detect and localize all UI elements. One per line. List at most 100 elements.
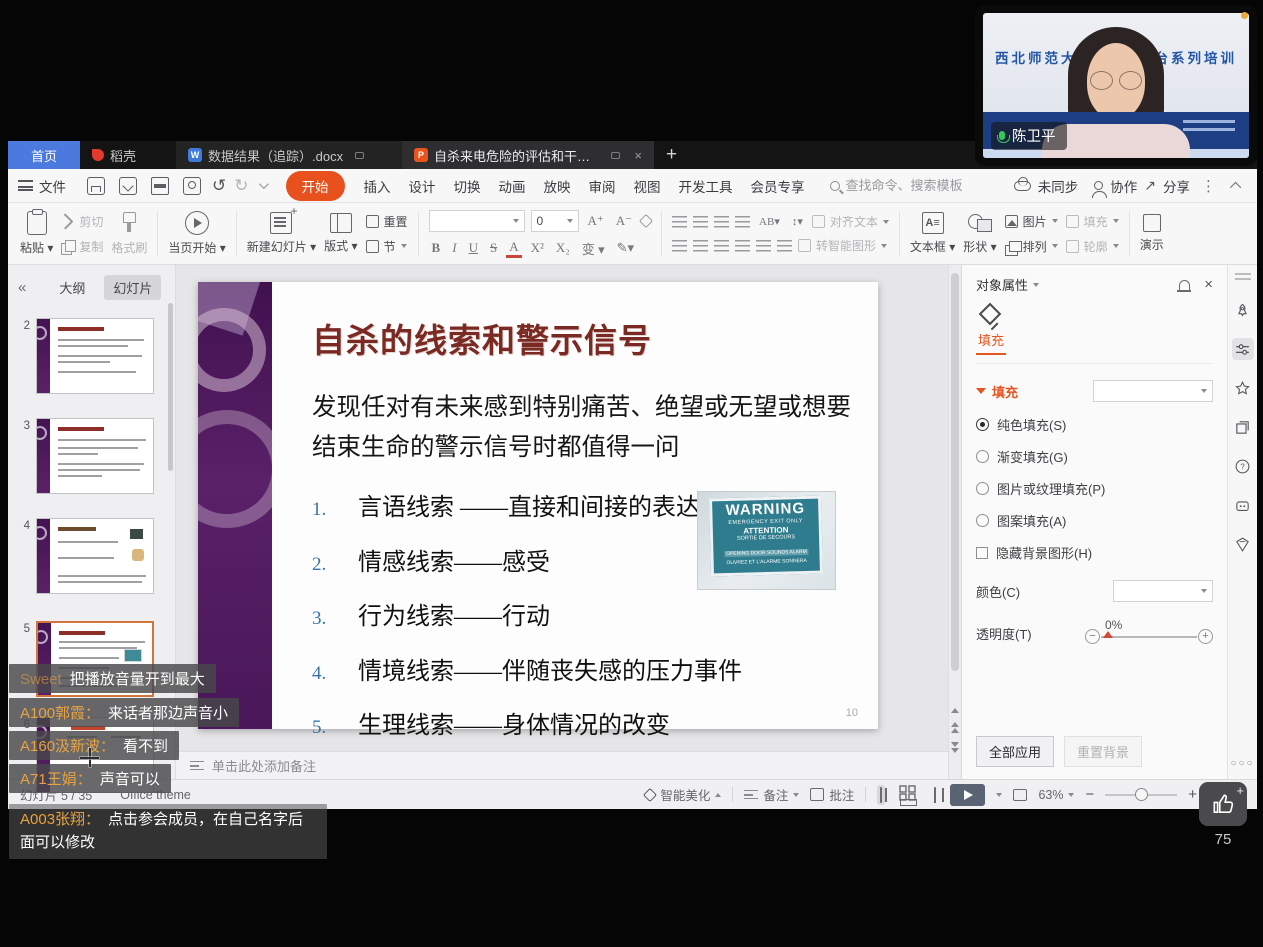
thumbnail-preview[interactable] — [36, 418, 154, 494]
align-left-icon[interactable] — [672, 240, 687, 252]
save-icon[interactable] — [87, 177, 105, 195]
zoom-in-icon[interactable]: + — [1188, 786, 1197, 803]
menu-review[interactable]: 审阅 — [589, 176, 616, 196]
scrollbar-thumb[interactable] — [951, 273, 959, 671]
member-badge-icon[interactable] — [1232, 533, 1254, 555]
to-smartart-button[interactable]: 转智能图形 — [798, 237, 887, 254]
normal-view-button[interactable] — [877, 785, 885, 805]
reading-view-button[interactable] — [931, 785, 939, 805]
tab-docer[interactable]: 稻壳 — [80, 141, 176, 169]
menu-transition[interactable]: 切换 — [454, 176, 481, 196]
zoom-slider[interactable] — [1105, 794, 1177, 796]
cut-button[interactable]: 剪切 — [61, 213, 103, 230]
print-icon[interactable] — [151, 177, 169, 195]
warning-sign-image[interactable]: WARNING EMERGENCY EXIT ONLY ATTENTION SO… — [698, 492, 835, 589]
play-options-icon[interactable] — [996, 793, 1002, 797]
underline-button[interactable]: U — [466, 240, 481, 256]
radio-selected-icon[interactable] — [976, 418, 989, 431]
slide-thumbnail-2[interactable]: 2 — [18, 318, 154, 394]
radio-icon[interactable] — [976, 450, 989, 463]
menu-view[interactable]: 视图 — [634, 176, 661, 196]
text-convert-button[interactable]: 变 ▾ — [579, 239, 608, 258]
justify-icon[interactable] — [735, 240, 750, 252]
smart-beautify-button[interactable]: 智能美化 — [645, 785, 721, 804]
collapse-ribbon-icon[interactable] — [1230, 181, 1241, 192]
pin-panel-icon[interactable] — [1179, 280, 1190, 290]
zoom-level[interactable]: 63% — [1038, 788, 1074, 802]
color-select[interactable] — [1113, 580, 1213, 602]
share-label[interactable]: 分享 — [1163, 176, 1190, 196]
outline-button[interactable]: 轮廓 — [1066, 238, 1119, 255]
webcam-tile[interactable]: 西北师范大学平台系列培训 陈卫平 — [975, 5, 1257, 166]
slide-thumbnail-4[interactable]: 4 — [18, 518, 154, 594]
line-spacing-icon[interactable]: ↕▾ — [789, 215, 806, 228]
strikethrough-button[interactable]: S — [487, 240, 500, 256]
slide-sorter-view-button[interactable] — [896, 782, 920, 807]
previous-slide-icon[interactable] — [951, 722, 959, 733]
reset-background-button[interactable]: 重置背景 — [1064, 736, 1142, 767]
section-button[interactable]: 节 — [366, 238, 408, 255]
slide-editor[interactable]: 自杀的线索和警示信号 发现任对有未来感到特别痛苦、绝望或无望或想要结束生命的警示… — [198, 282, 878, 729]
rail-more-icon[interactable]: ○○○ — [1230, 758, 1254, 769]
menu-insert[interactable]: 插入 — [364, 176, 391, 196]
shapes-button[interactable]: 形状 ▾ — [963, 212, 996, 255]
fit-slide-icon[interactable] — [1013, 789, 1027, 801]
menu-devtools[interactable]: 开发工具 — [679, 176, 733, 196]
menu-member[interactable]: 会员专享 — [751, 176, 805, 196]
print-preview-icon[interactable] — [183, 177, 201, 195]
layout-button[interactable]: 版式 ▾ — [324, 213, 357, 254]
radio-icon[interactable] — [976, 514, 989, 527]
increase-indent-icon[interactable] — [735, 216, 750, 228]
font-size-select[interactable]: 0 — [531, 210, 579, 232]
collapse-sidebar-icon[interactable]: « — [18, 279, 26, 296]
more-menu-icon[interactable]: ⋮ — [1201, 177, 1216, 195]
notes-bar[interactable]: 单击此处添加备注 — [176, 751, 948, 779]
slider-marker-icon[interactable] — [1103, 631, 1113, 638]
notes-placeholder[interactable]: 单击此处添加备注 — [212, 756, 316, 775]
collaborate-icon[interactable] — [1094, 181, 1103, 190]
format-painter-button[interactable]: 格式刷 — [111, 211, 147, 256]
picture-button[interactable]: 图片 — [1005, 213, 1058, 230]
menu-slideshow[interactable]: 放映 — [544, 176, 571, 196]
undo-icon[interactable]: ↺ — [212, 176, 226, 196]
increase-transparency-icon[interactable]: + — [1198, 629, 1213, 644]
highlight-button[interactable]: ✎▾ — [614, 240, 637, 256]
radio-icon[interactable] — [976, 482, 989, 495]
tab-outline[interactable]: 大纲 — [50, 275, 94, 300]
next-slide-icon[interactable] — [951, 742, 959, 753]
numbered-list-icon[interactable] — [693, 216, 708, 228]
distribute-icon[interactable] — [756, 240, 771, 252]
menu-file[interactable]: 文件 — [39, 176, 66, 196]
thumbnail-preview[interactable] — [36, 518, 154, 594]
fill-tab-label[interactable]: 填充 — [976, 330, 1006, 355]
tab-slides[interactable]: 幻灯片 — [104, 275, 161, 300]
fill-button[interactable]: 填充 — [1066, 213, 1119, 230]
option-gradient-fill[interactable]: 渐变填充(G) — [976, 447, 1213, 466]
search-input[interactable] — [846, 178, 986, 193]
bold-button[interactable]: B — [429, 240, 444, 256]
italic-button[interactable]: I — [449, 240, 459, 256]
decrease-transparency-icon[interactable]: − — [1085, 629, 1100, 644]
tab-ppt-file[interactable]: P自杀来电危险的评估和干预要点× — [402, 141, 654, 169]
arrange-button[interactable]: 排列 — [1005, 238, 1058, 255]
menu-animation[interactable]: 动画 — [499, 176, 526, 196]
thumbnail-preview[interactable] — [36, 318, 154, 394]
present-button[interactable]: 演示 — [1140, 214, 1164, 253]
panel-title-caret-icon[interactable] — [1033, 283, 1039, 287]
paste-button[interactable]: 粘贴 ▾ — [20, 211, 53, 256]
option-solid-fill[interactable]: 纯色填充(S) — [976, 415, 1213, 434]
subscript-button[interactable]: X₂ — [553, 240, 573, 256]
scroll-up-icon[interactable] — [951, 708, 959, 713]
checkbox-icon[interactable] — [976, 547, 988, 559]
sync-status[interactable]: 未同步 — [1038, 176, 1079, 196]
notes-button[interactable]: 备注 — [744, 785, 799, 804]
properties-icon[interactable] — [1232, 338, 1254, 360]
comments-button[interactable]: 批注 — [810, 785, 854, 804]
hamburger-icon[interactable] — [18, 180, 33, 191]
transparency-slider[interactable]: 0% − + — [1085, 620, 1213, 646]
spacing-before-icon[interactable] — [777, 240, 792, 252]
help-icon[interactable]: ? — [1232, 455, 1254, 477]
zoom-out-icon[interactable]: − — [1085, 786, 1094, 803]
textbox-button[interactable]: A≡文本框 ▾ — [910, 212, 955, 255]
chevron-down-icon[interactable] — [258, 179, 268, 189]
